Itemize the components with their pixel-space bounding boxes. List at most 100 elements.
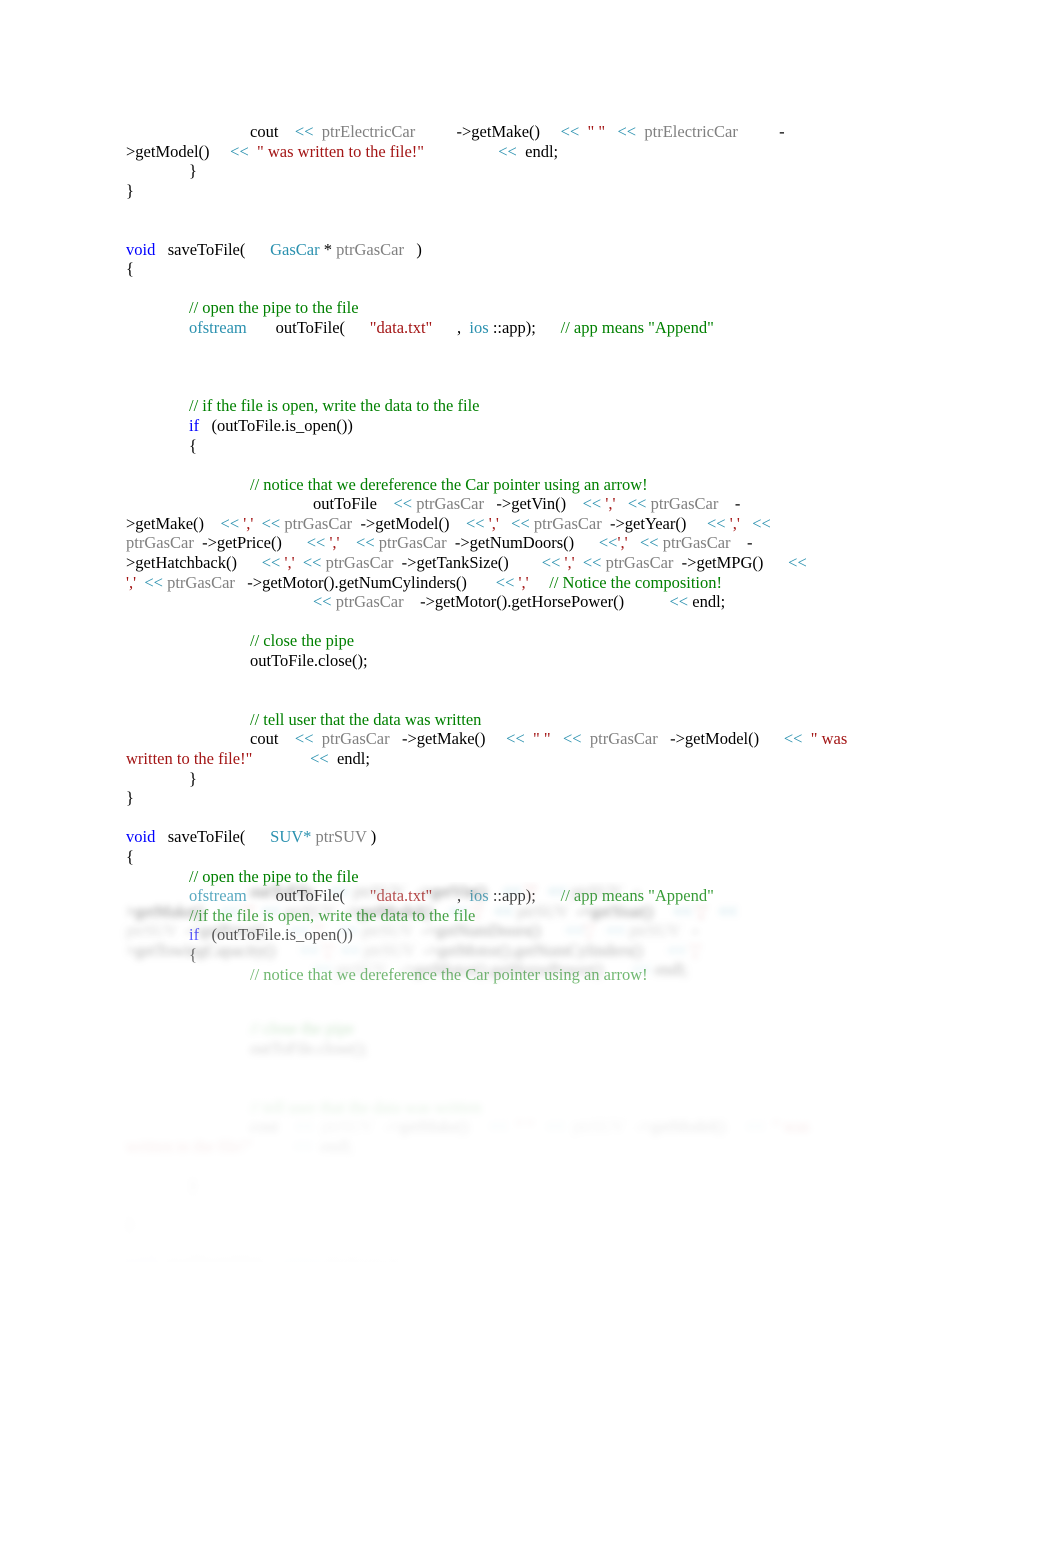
token-endl: endl; <box>320 1136 354 1156</box>
token-comment: // close the pipe <box>250 631 355 651</box>
token-identifier: ptrGasCar <box>325 553 394 573</box>
token-char: ',' <box>126 572 137 592</box>
token-stream-op: << <box>563 729 582 749</box>
token-stream-op: << <box>495 572 515 592</box>
token-identifier: ptrGasCar <box>533 513 602 533</box>
token-char: ',' <box>564 553 575 573</box>
token-comment: // Notice the composition! <box>549 572 723 592</box>
code-line: >getHatchback() << ',' << ptrGasCar ->ge… <box>0 553 1062 573</box>
token-method-call: >getMake() <box>126 513 205 533</box>
token-statement: outToFile.close(); <box>250 1038 368 1058</box>
token-brace: } <box>189 161 197 181</box>
code-line: << ptrGasCar ->getMotor().getHorsePower(… <box>0 592 1062 612</box>
token-identifier: ptrSUV <box>573 1117 625 1137</box>
token-star: * <box>323 239 332 259</box>
token-cout: cout <box>250 122 279 141</box>
token-identifier: ptrGasCar <box>284 513 353 533</box>
token-identifier: ptrSUV <box>353 882 405 901</box>
token-method-call: >getModel() <box>126 141 210 161</box>
code-line-signature: void readFromFile( string fileName ) <box>0 1254 1062 1262</box>
token-brace: { <box>126 259 134 279</box>
token-identifier: ptrSUV <box>570 882 622 901</box>
token-stream-op: << <box>667 940 687 960</box>
token-comment: // tell user that the data was written <box>250 709 482 729</box>
token-char: ',' <box>617 533 628 553</box>
token-stream-op: << <box>302 553 322 573</box>
token-identifier: ptrGasCar <box>416 494 485 514</box>
token-string: " was <box>773 1117 810 1137</box>
token-method-call: ->getYear() <box>576 901 653 921</box>
token-keyword: if <box>189 415 200 435</box>
token-comment: // app means "Append" <box>560 317 714 337</box>
code-line: cout << ptrElectricCar ->getMake() << " … <box>0 122 1062 142</box>
token-statement: outToFile.close(); <box>250 651 368 671</box>
code-line-signature: void saveToFile( SUV* ptrSUV ) <box>0 827 1062 847</box>
token-type: ofstream <box>189 317 247 337</box>
code-line-comment: // close the pipe <box>0 631 1062 651</box>
token-char: ',' <box>488 513 499 533</box>
token-stream-op: << <box>639 533 659 553</box>
token-method-call: >getTowingCapacity() <box>126 940 276 960</box>
token-function-name: saveToFile( <box>167 239 246 259</box>
token-stream-op: << <box>341 940 360 960</box>
token-char: ',' <box>284 553 295 573</box>
token-method-call: ->getMotor().getHorsePower() <box>420 592 625 612</box>
token-stream-op: << <box>220 513 240 533</box>
token-stream-op: << <box>289 921 309 941</box>
token-method-call: ->getTankSize() <box>401 553 509 573</box>
token-dash: - <box>734 494 741 514</box>
token-paren: ) <box>370 827 377 847</box>
token-stream-op: << <box>669 592 689 612</box>
token-stream-op: << <box>598 533 618 553</box>
token-identifier: ptrGasCar <box>335 592 404 612</box>
token-identifier: ptrGasCar <box>321 729 390 749</box>
document-page: cout << ptrElectricCar ->getMake() << " … <box>0 0 1062 1561</box>
token-identifier: ptrGasCar <box>378 533 447 553</box>
token-identifier: ptrGasCar <box>605 553 674 573</box>
token-endl: endl; <box>525 141 559 161</box>
token-char: ',' <box>525 882 536 901</box>
code-line: if (outToFile.is_open()) <box>0 416 1062 436</box>
token-identifier: ptrSUV <box>284 901 336 921</box>
token-stream-op: << <box>261 553 281 573</box>
token-char: ',' <box>690 940 701 960</box>
token-stream-op: << <box>783 729 803 749</box>
token-stream-op: << <box>502 882 522 901</box>
token-paren: ) <box>416 239 422 259</box>
token-char: ',' <box>243 513 254 533</box>
token-identifier: ptrSUV <box>126 921 178 941</box>
token-stream-op: << <box>494 901 514 921</box>
token-keyword: void <box>126 827 156 847</box>
code-line: ofstream outToFile( "data.txt" , ios ::a… <box>0 318 1062 338</box>
token-stream-op: << <box>746 1117 765 1137</box>
token-char: ',' <box>322 940 333 960</box>
token-stream-op: << <box>788 553 807 573</box>
token-method-call: ->getMotor().getNumCylinders() <box>423 940 643 960</box>
token-stream-op: << <box>313 960 332 980</box>
token-identifier: ptrGasCar <box>126 533 194 553</box>
token-char: ',' <box>729 513 740 533</box>
code-line: >getModel() << " was written to the file… <box>0 142 1062 162</box>
token-cout: cout <box>250 729 279 749</box>
code-line: ptrSUV ->getPrice() << ',' << ptrSUV ->g… <box>0 921 1062 941</box>
token-comment: // tell user that the data was written <box>250 1097 482 1117</box>
token-stream-op: << <box>465 513 485 533</box>
token-stream-op: << <box>220 901 240 921</box>
token-endl: endl; <box>654 960 688 980</box>
token-stream-op: << <box>718 901 738 921</box>
token-stream-op: << <box>313 592 332 612</box>
token-stream-op: << <box>565 921 584 941</box>
token-endl: endl; <box>692 592 726 612</box>
token-method-call: ->getModel() <box>670 729 760 749</box>
token-stream-var: outToFile <box>313 494 377 514</box>
token-stream-op: << <box>310 749 329 768</box>
token-identifier: ptrSUV <box>335 960 387 980</box>
code-line-comment: // open the pipe to the file <box>0 298 1062 318</box>
